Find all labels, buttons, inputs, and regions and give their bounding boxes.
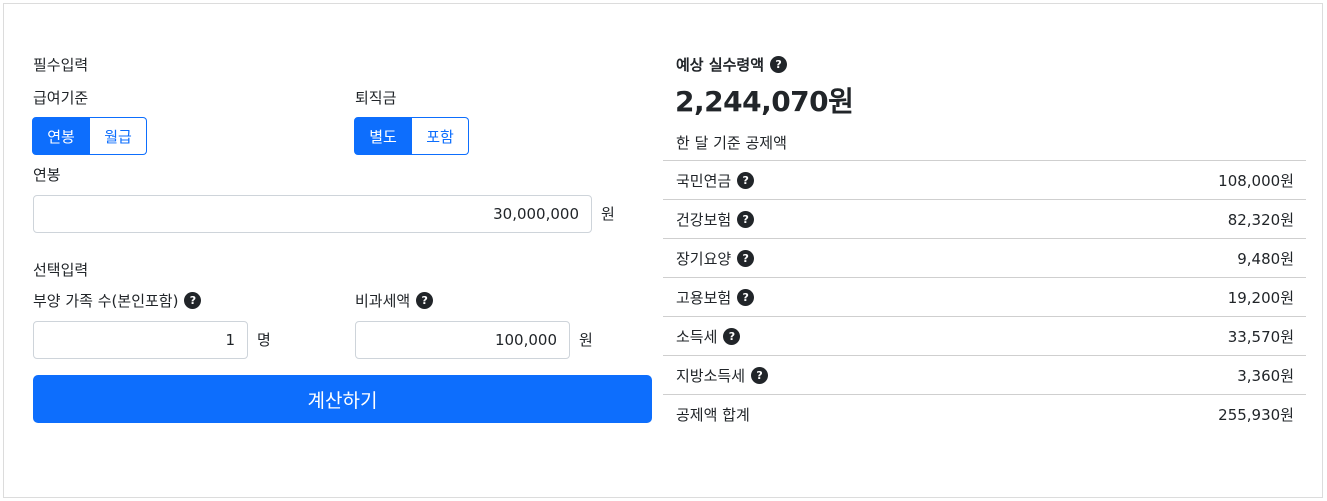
calculator-card: 필수입력 급여기준 연봉 월급 퇴직금 별도 포함 연봉 원 선택입력 부양 가… [3,3,1323,498]
salary-basis-monthly-button[interactable]: 월급 [90,117,147,155]
deduction-value: 19,200원 [1227,288,1294,307]
non-taxable-help-icon[interactable]: ? [416,292,434,309]
deduction-name: 소득세 [676,327,718,346]
severance-label: 퇴직금 [355,89,397,107]
severance-included-button[interactable]: 포함 [412,117,469,155]
dependents-label: 부양 가족 수(본인포함) [33,292,179,310]
deduction-name: 건강보험 [676,210,732,229]
deduction-value: 108,000원 [1218,171,1294,190]
deduction-name: 공제액 합계 [676,405,750,424]
deduction-table: 국민연금? 108,000원 건강보험? 82,320원 장기요양? 9,480… [663,160,1306,433]
deduction-name: 고용보험 [676,288,732,307]
deduction-value: 9,480원 [1237,249,1294,268]
employment-insurance-help-icon[interactable]: ? [737,288,755,306]
net-pay-help-icon[interactable]: ? [770,56,788,73]
long-term-care-help-icon[interactable]: ? [737,249,755,267]
net-pay-label-row: 예상 실수령액? [676,54,788,75]
local-income-tax-help-icon[interactable]: ? [751,366,769,384]
income-tax-help-icon[interactable]: ? [723,327,741,345]
net-pay-label: 예상 실수령액 [676,56,765,74]
deduction-row-total: 공제액 합계 255,930원 [663,394,1306,433]
non-taxable-label: 비과세액 [355,292,411,310]
deduction-row-local-income-tax: 지방소득세? 3,360원 [663,355,1306,394]
deduction-value: 3,360원 [1237,366,1294,385]
deduction-row-health-insurance: 건강보험? 82,320원 [663,199,1306,238]
deduction-row-long-term-care: 장기요양? 9,480원 [663,238,1306,277]
salary-basis-label: 급여기준 [33,89,89,107]
severance-toggle: 별도 포함 [354,117,469,155]
severance-separate-button[interactable]: 별도 [354,117,412,155]
annual-salary-unit: 원 [601,205,615,223]
deduction-caption: 한 달 기준 공제액 [676,134,787,152]
health-insurance-help-icon[interactable]: ? [737,210,755,228]
deduction-row-national-pension: 국민연금? 108,000원 [663,160,1306,199]
deduction-name: 지방소득세 [676,366,746,385]
annual-salary-label: 연봉 [33,166,61,184]
salary-basis-annual-button[interactable]: 연봉 [32,117,90,155]
deduction-row-income-tax: 소득세? 33,570원 [663,316,1306,355]
deduction-name: 장기요양 [676,249,732,268]
dependents-unit: 명 [257,331,271,349]
optional-section-title: 선택입력 [33,261,89,279]
calculate-button[interactable]: 계산하기 [33,375,652,423]
required-section-title: 필수입력 [33,56,89,74]
net-pay-amount: 2,244,070원 [675,85,854,118]
deduction-total-value: 255,930원 [1218,405,1294,424]
deduction-row-employment-insurance: 고용보험? 19,200원 [663,277,1306,316]
deduction-name: 국민연금 [676,171,732,190]
national-pension-help-icon[interactable]: ? [737,171,755,189]
annual-salary-input[interactable] [33,195,592,233]
deduction-value: 33,570원 [1227,327,1294,346]
salary-basis-toggle: 연봉 월급 [32,117,147,155]
deduction-value: 82,320원 [1227,210,1294,229]
dependents-label-row: 부양 가족 수(본인포함)? [33,290,202,311]
non-taxable-unit: 원 [579,331,593,349]
non-taxable-label-row: 비과세액? [355,290,434,311]
non-taxable-input[interactable] [355,321,570,359]
dependents-help-icon[interactable]: ? [184,292,202,309]
dependents-input[interactable] [33,321,248,359]
